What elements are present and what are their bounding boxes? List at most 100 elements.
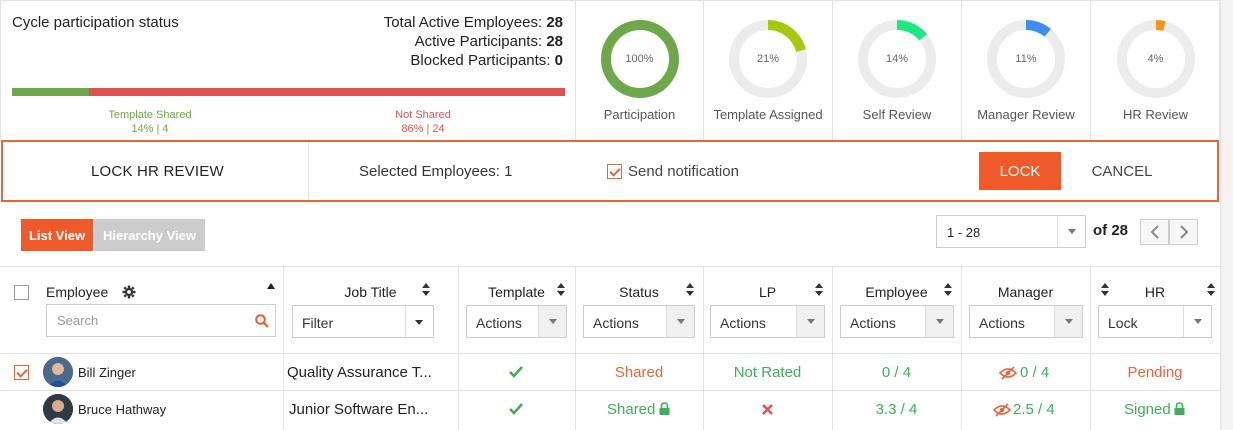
donut-label: Manager Review (977, 107, 1075, 122)
donut-participation: 100% Participation (576, 0, 703, 140)
send-notification-label[interactable]: Send notification (628, 163, 739, 180)
lp-cell: Not Rated (733, 364, 802, 381)
hr-status-cell[interactable]: Pending (1090, 364, 1220, 381)
employee-score-cell[interactable]: 3.3 / 4 (832, 401, 961, 418)
job-title-cell: Junior Software En... (289, 401, 429, 418)
divider (308, 142, 309, 200)
avatar (43, 394, 73, 424)
page-range-value: 1 - 28 (947, 225, 981, 240)
chevron-right-icon (1180, 225, 1189, 239)
job-title-filter-select[interactable]: Filter (292, 305, 434, 338)
sort-icon[interactable] (686, 283, 694, 296)
donut-label: Self Review (862, 107, 932, 122)
lock-hr-review-title: LOCK HR REVIEW (91, 163, 224, 180)
lock-icon (1174, 402, 1185, 415)
employee-score-cell[interactable]: 0 / 4 (832, 364, 961, 381)
chevron-left-icon (1150, 225, 1159, 239)
lp-filter-select[interactable]: Actions (710, 305, 825, 338)
total-active-employees: Total Active Employees: 28 (383, 14, 563, 31)
manager-filter-select[interactable]: Actions (969, 305, 1083, 338)
search-icon[interactable] (255, 314, 269, 328)
manager-score-cell[interactable]: 2.5 / 4 (1013, 401, 1055, 418)
donut-template-assigned: 21% Template Assigned (704, 0, 832, 140)
vertical-scrollbar[interactable] (1220, 0, 1233, 430)
checkmark-icon (509, 403, 523, 415)
eye-slash-icon (993, 403, 1011, 417)
lock-icon (659, 402, 670, 415)
template-shared-progress-fill (12, 88, 90, 96)
page-range-select[interactable]: 1 - 28 (936, 215, 1086, 248)
status-filter-select[interactable]: Actions (583, 305, 695, 338)
sort-icon[interactable] (944, 283, 952, 296)
status-column-header[interactable]: Status (575, 284, 703, 300)
sort-icon[interactable] (422, 283, 430, 296)
donut-percentage: 21% (756, 53, 780, 65)
manager-column-header[interactable]: Manager (961, 284, 1090, 300)
employee-search-input[interactable] (57, 313, 237, 328)
job-title-cell: Quality Assurance T... (287, 364, 432, 381)
chevron-down-icon (666, 306, 694, 337)
chevron-down-icon (1054, 306, 1082, 337)
next-page-button[interactable] (1169, 219, 1198, 245)
chevron-down-icon (925, 306, 953, 337)
status-cell[interactable]: Shared (607, 401, 655, 418)
previous-page-button[interactable] (1140, 219, 1169, 245)
sort-icon[interactable] (815, 283, 823, 296)
active-participants: Active Participants: 28 (414, 33, 563, 50)
page-total-label: of 28 (1093, 222, 1129, 239)
lp-column-header[interactable]: LP (703, 284, 832, 300)
hierarchy-view-button[interactable]: Hierarchy View (94, 219, 205, 251)
checkmark-icon (509, 366, 523, 378)
donut-percentage: 4% (1147, 53, 1164, 65)
table-row[interactable]: Bruce Hathway Junior Software En... Shar… (0, 391, 1220, 430)
cycle-participation-title: Cycle participation status (12, 14, 179, 31)
gear-icon[interactable] (122, 285, 136, 299)
chevron-down-icon (796, 306, 824, 337)
table-row[interactable]: Bill Zinger Quality Assurance T... Share… (0, 354, 1220, 390)
sort-icon[interactable] (557, 283, 565, 296)
donut-label: HR Review (1122, 107, 1188, 122)
employee-search-field[interactable] (46, 304, 276, 337)
sort-icon[interactable] (1101, 283, 1109, 296)
donut-manager-review: 11% Manager Review (962, 0, 1090, 140)
row-select-checkbox[interactable] (14, 365, 29, 380)
sort-icon[interactable] (1207, 283, 1215, 296)
eye-slash-icon (999, 366, 1017, 380)
hr-column-header[interactable]: HR (1090, 284, 1220, 300)
template-filter-select[interactable]: Actions (466, 305, 567, 338)
status-cell[interactable]: Shared (575, 364, 703, 381)
manager-score-cell[interactable]: 0 / 4 (1020, 364, 1049, 381)
lock-hr-review-bar: LOCK HR REVIEW Selected Employees: 1 Sen… (1, 140, 1219, 202)
hr-status-cell[interactable]: Signed (1124, 401, 1171, 418)
chevron-down-icon (1057, 216, 1085, 247)
cancel-button[interactable]: CANCEL (1081, 152, 1163, 190)
donut-label: Template Assigned (713, 107, 823, 122)
select-all-checkbox[interactable] (14, 285, 29, 300)
template-shared-legend: Template Shared 14% | 4 (108, 109, 192, 135)
blocked-participants: Blocked Participants: 0 (410, 52, 563, 69)
employee-name[interactable]: Bill Zinger (78, 365, 136, 380)
sort-ascending-icon[interactable] (267, 283, 275, 289)
lock-button[interactable]: LOCK (979, 152, 1061, 190)
list-view-button[interactable]: List View (21, 219, 93, 251)
donut-percentage: 11% (1015, 53, 1037, 65)
send-notification-checkbox[interactable] (607, 164, 622, 179)
selected-employees-count: Selected Employees: 1 (359, 163, 513, 180)
chevron-down-icon (405, 306, 433, 337)
donut-self-review: 14% Self Review (833, 0, 961, 140)
chevron-down-icon (1183, 306, 1211, 337)
donut-hr-review: 4% HR Review (1091, 0, 1220, 140)
template-shared-progress-bar (12, 88, 565, 96)
donut-percentage: 14% (885, 53, 909, 65)
employee-column-header[interactable]: Employee (46, 284, 108, 300)
not-shared-legend: Not Shared 86% | 24 (395, 109, 451, 135)
chevron-down-icon (538, 306, 566, 337)
hr-filter-select[interactable]: Lock (1098, 305, 1212, 338)
job-title-column-header[interactable]: Job Title (283, 284, 458, 300)
donut-percentage: 100% (625, 53, 654, 65)
avatar (43, 357, 73, 387)
employee-name[interactable]: Bruce Hathway (78, 402, 166, 417)
employee-review-column-header[interactable]: Employee (832, 284, 961, 300)
employee-review-filter-select[interactable]: Actions (840, 305, 954, 338)
cross-icon (762, 404, 773, 415)
